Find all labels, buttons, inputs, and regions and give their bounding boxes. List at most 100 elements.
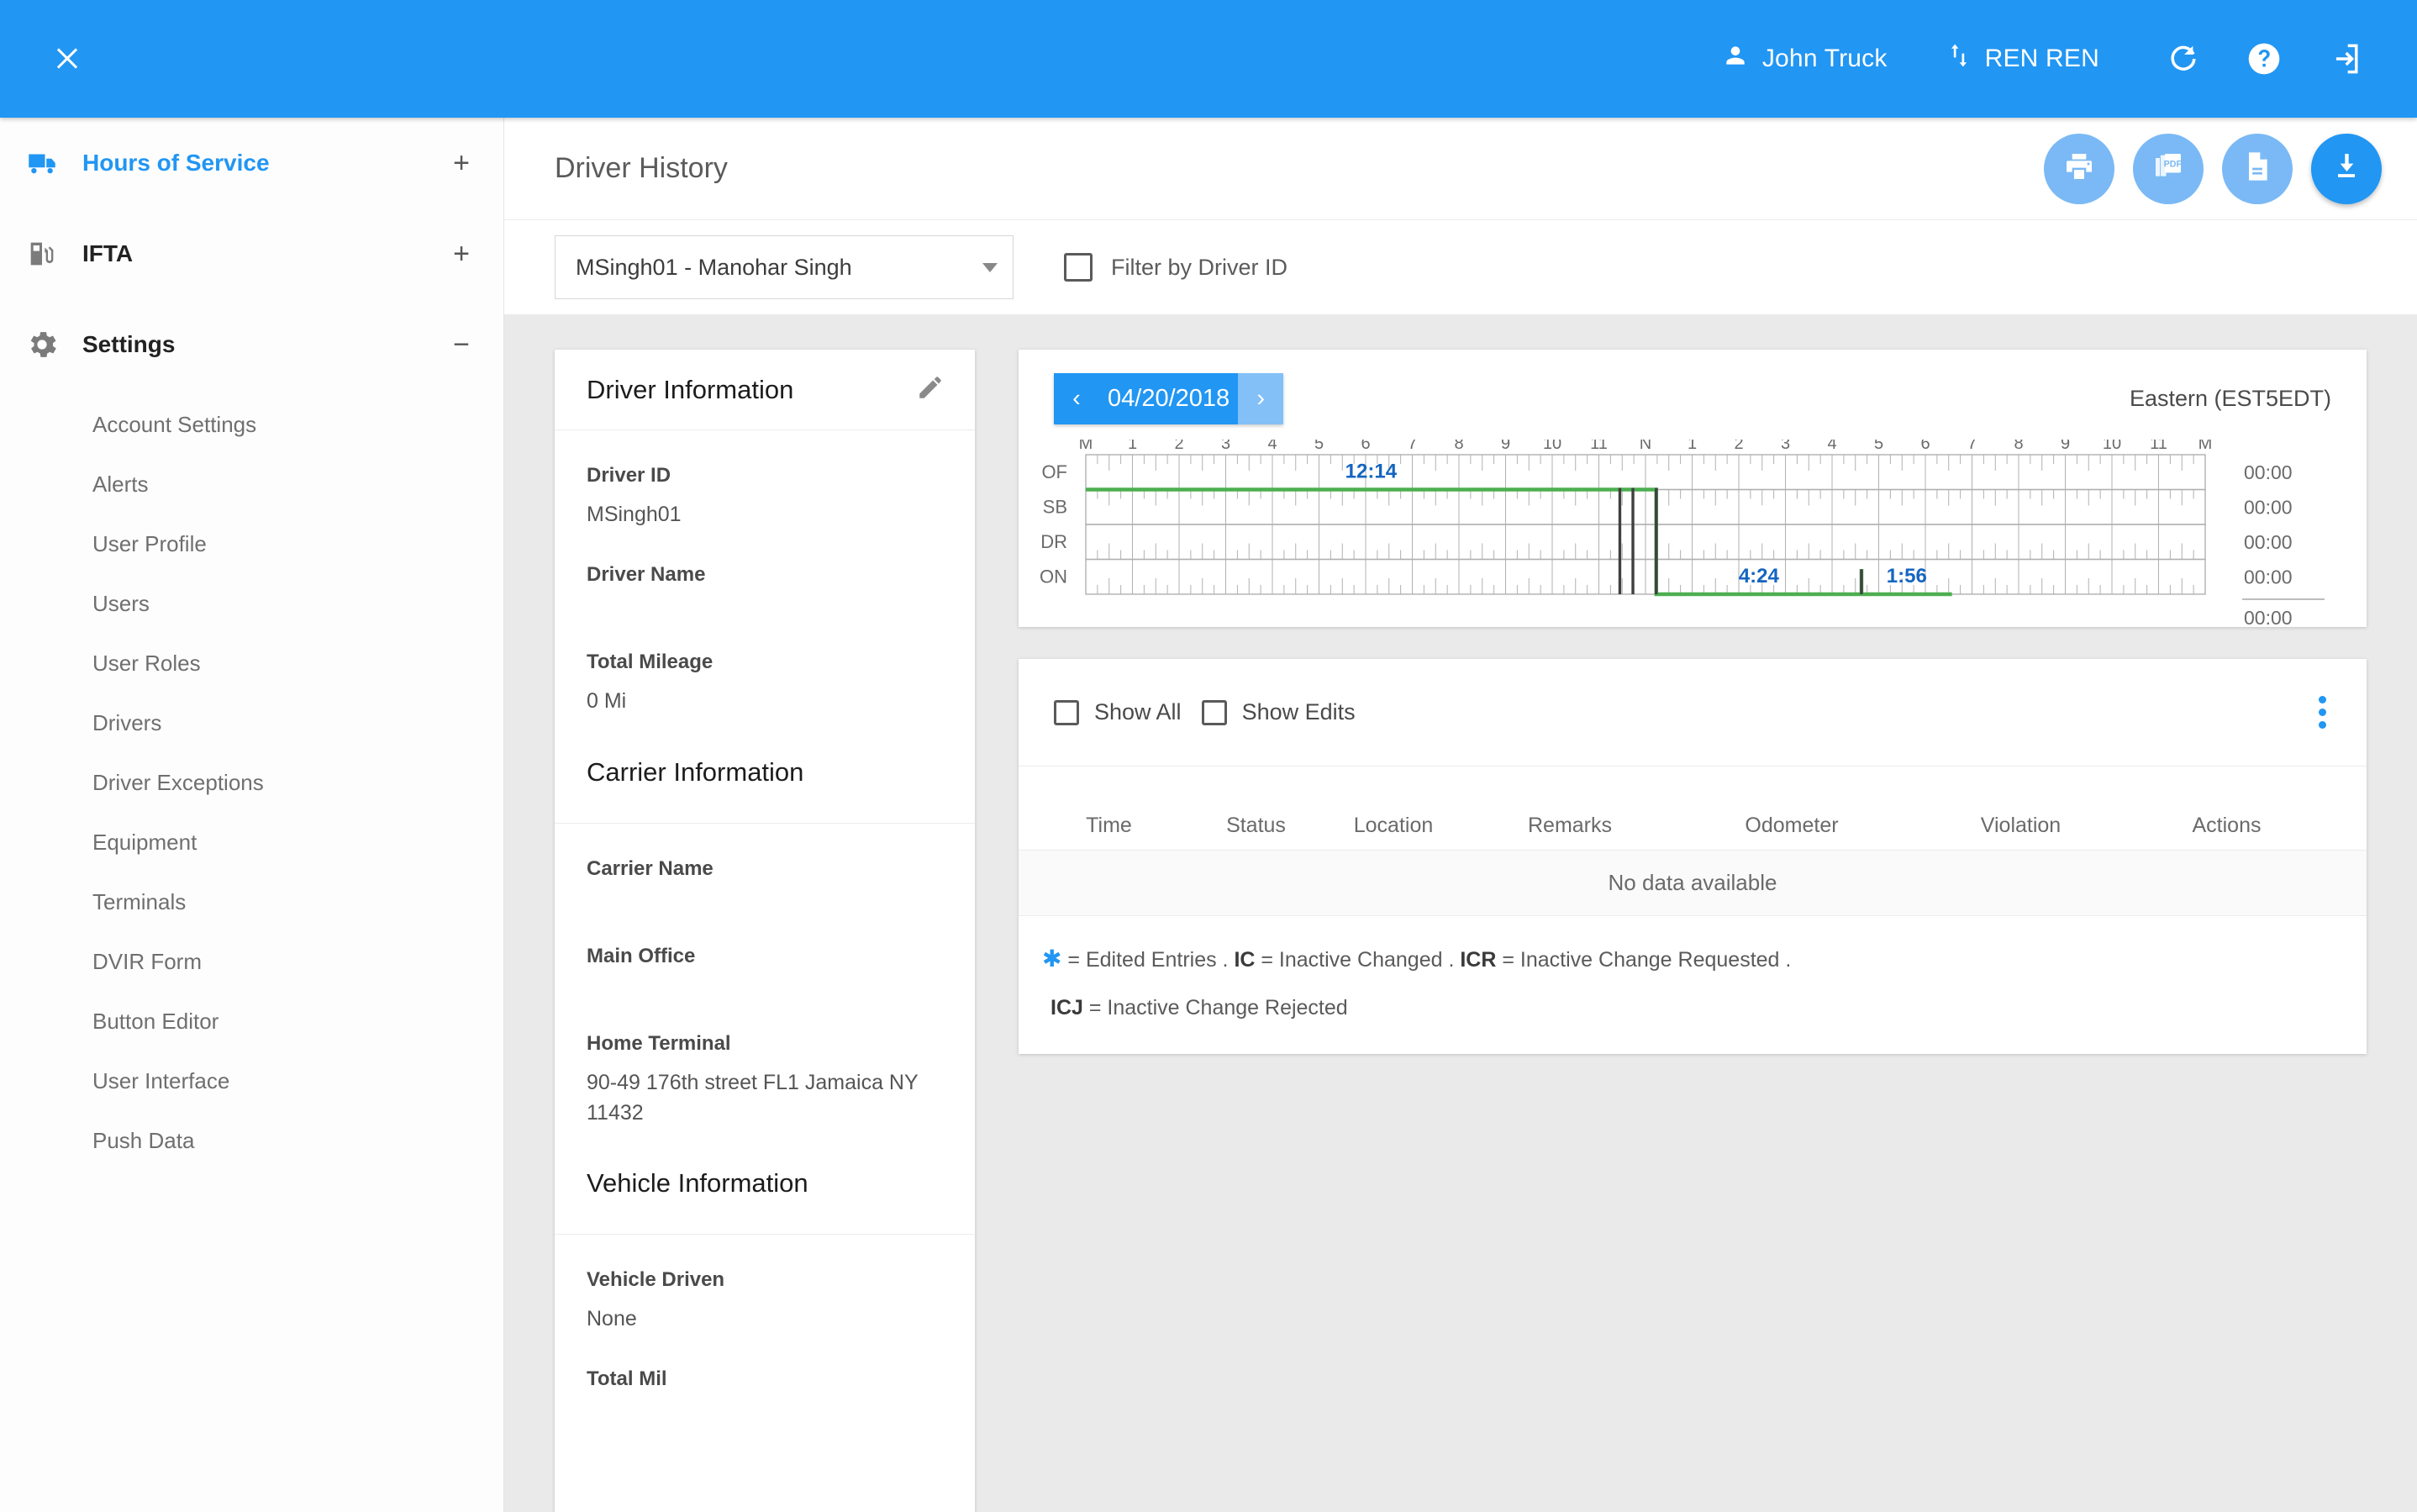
sidebar-group-ifta[interactable]: IFTA + [0,208,503,299]
print-button[interactable] [2044,133,2114,204]
person-icon [1722,42,1749,76]
hour-tick-label: 1 [1128,440,1137,453]
document-button[interactable] [2222,133,2293,204]
checkbox-box [1064,253,1093,282]
fuel-pump-icon [18,237,66,271]
filter-row: MSingh01 - Manohar Singh Filter by Drive… [504,220,2417,314]
row-label-sb: SB [1043,496,1067,517]
sidebar-item-label: Push Data [92,1128,195,1153]
sidebar-group-hours-of-service[interactable]: Hours of Service + [0,118,503,208]
refresh-icon[interactable] [2158,34,2209,84]
sidebar-item-user-roles[interactable]: User Roles [0,634,503,693]
total-mileage-vehicle-label: Total Mil [587,1367,667,1391]
hour-tick-label: 11 [2150,440,2167,453]
driver-select-value: MSingh01 - Manohar Singh [576,254,852,280]
driver-select[interactable]: MSingh01 - Manohar Singh [555,235,1014,299]
legend-text-1: = Edited Entries . [1061,948,1235,972]
sidebar-item-label: Drivers [92,710,162,735]
sidebar-item-driver-exceptions[interactable]: Driver Exceptions [0,753,503,813]
row-total-dr: 00:00 [2244,531,2293,553]
chevron-right-icon[interactable]: › [1238,373,1284,424]
driver-information-card: Driver Information Driver ID MSingh01 Dr… [555,350,975,1512]
document-icon [2241,150,2274,187]
sidebar-item-push-data[interactable]: Push Data [0,1111,503,1171]
sidebar-item-account-settings[interactable]: Account Settings [0,395,503,455]
log-table-empty-message: No data available [1019,851,2367,916]
sidebar-item-dvir-form[interactable]: DVIR Form [0,932,503,992]
sidebar-item-label: User Interface [92,1068,230,1093]
sidebar: Hours of Service + IFTA + Settings − Acc… [0,118,504,1512]
legend-code-icj: ICJ [1051,995,1083,1019]
show-edits-checkbox[interactable]: Show Edits [1201,699,1356,725]
help-circle-icon[interactable] [2239,34,2289,84]
close-icon[interactable] [44,35,91,82]
log-date-value[interactable]: 04/20/2018 [1099,373,1239,424]
hour-tick-label: 3 [1781,440,1790,453]
legend-line-2: ICJ = Inactive Change Rejected [1042,995,2367,1020]
user-menu[interactable]: John Truck [1722,42,1888,76]
sidebar-group-toggle[interactable]: + [453,149,470,177]
hour-tick-label: 1 [1688,440,1697,453]
timezone-label: Eastern (EST5EDT) [2129,386,2331,411]
vehicle-driven-value: None [587,1307,637,1330]
pdf-button[interactable]: PDF [2133,133,2204,204]
row-total-sb: 00:00 [2244,496,2293,518]
column-header-actions: Actions [2192,814,2262,837]
sidebar-item-terminals[interactable]: Terminals [0,872,503,932]
driver-name-label: Driver Name [587,563,706,587]
vehicle-driven-label: Vehicle Driven [587,1268,725,1291]
sidebar-item-button-editor[interactable]: Button Editor [0,992,503,1051]
segment-duration-label: 1:56 [1887,565,1927,587]
total-mileage-value: 0 Mi [587,689,627,714]
driver-information-body: Driver ID MSingh01 Driver Name Total Mil… [555,464,975,788]
column-header-location: Location [1353,814,1434,837]
company-switcher[interactable]: REN REN [1946,41,2099,76]
main-office-label: Main Office [587,944,696,967]
driver-name-value [587,598,943,617]
sidebar-item-user-profile[interactable]: User Profile [0,514,503,574]
sidebar-item-label: Users [92,591,150,616]
gear-icon [18,327,66,362]
top-app-bar: John Truck REN REN [0,0,2417,118]
hour-tick-label: 10 [1543,440,1561,453]
segment-duration-label: 12:14 [1345,461,1398,483]
hour-tick-label: 10 [2103,440,2121,453]
sidebar-group-label: IFTA [82,240,134,266]
filter-by-driver-id-checkbox[interactable]: Filter by Driver ID [1064,253,1287,282]
kebab-menu-icon[interactable] [2312,689,2333,735]
swap-vertical-icon [1946,41,1972,76]
hour-tick-label: 6 [1361,440,1370,453]
sidebar-item-label: Account Settings [92,412,257,437]
hour-tick-label: 5 [1314,440,1324,453]
segment-duration-label: 4:24 [1739,565,1780,587]
driver-information-header: Driver Information [555,350,975,430]
hour-tick-label: M [2198,440,2213,453]
carrier-information-title: Carrier Information [587,756,804,787]
chevron-left-icon[interactable]: ‹ [1054,373,1099,424]
svg-text:PDF: PDF [2164,159,2183,169]
sidebar-item-label: Driver Exceptions [92,770,264,795]
sidebar-item-label: Equipment [92,830,197,855]
checkbox-box [1054,699,1079,725]
printer-icon [2062,150,2096,187]
download-button[interactable] [2311,133,2382,204]
logout-icon[interactable] [2320,34,2370,84]
sidebar-group-label: Hours of Service [82,150,270,176]
pencil-icon[interactable] [916,373,945,406]
hour-tick-label: 9 [2061,440,2070,453]
carrier-name-label: Carrier Name [587,856,714,880]
sidebar-item-alerts[interactable]: Alerts [0,455,503,514]
sidebar-group-settings[interactable]: Settings − [0,299,503,390]
sidebar-item-label: DVIR Form [92,949,202,974]
show-all-checkbox[interactable]: Show All [1054,699,1182,725]
sidebar-item-user-interface[interactable]: User Interface [0,1051,503,1111]
sidebar-item-users[interactable]: Users [0,574,503,634]
grand-total-value: 00:00 [2244,607,2293,629]
legend-code-ic: IC [1234,948,1256,972]
sidebar-group-toggle[interactable]: − [453,330,470,359]
hour-tick-label: 4 [1827,440,1836,453]
sidebar-item-label: Button Editor [92,1009,219,1034]
sidebar-item-equipment[interactable]: Equipment [0,813,503,872]
sidebar-item-drivers[interactable]: Drivers [0,693,503,753]
sidebar-group-toggle[interactable]: + [453,240,470,268]
